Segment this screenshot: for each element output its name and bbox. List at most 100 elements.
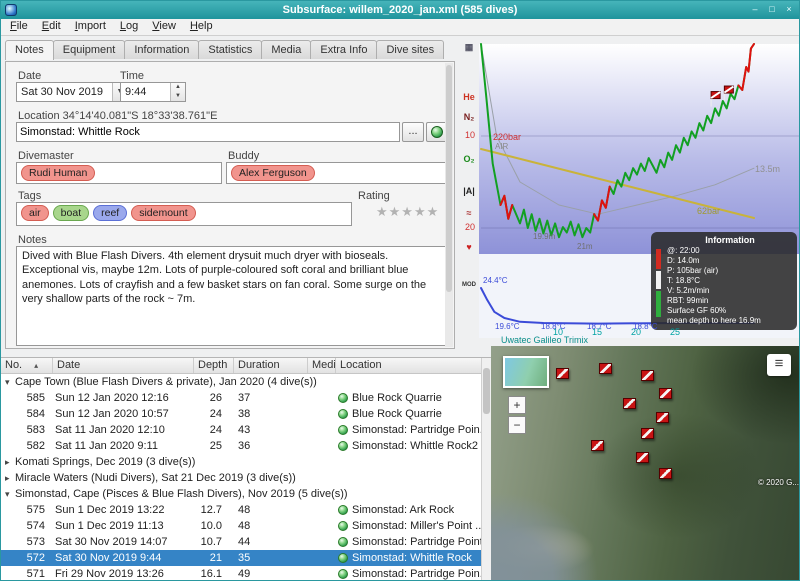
dive-flag-marker[interactable] xyxy=(556,368,569,379)
trip-row[interactable]: ▾Simonstad, Cape (Pisces & Blue Flash Di… xyxy=(1,486,481,502)
dive-flag-marker[interactable] xyxy=(599,363,612,374)
dive-flag-marker[interactable] xyxy=(623,398,636,409)
buddy-field[interactable]: Alex Ferguson xyxy=(226,162,448,184)
tags-field[interactable]: airboatreefsidemount xyxy=(16,202,352,226)
dive-flag-marker[interactable] xyxy=(656,412,669,423)
tag-chip[interactable]: sidemount xyxy=(131,205,195,221)
dive-depth: 16.1 xyxy=(194,566,234,581)
dive-flag-marker[interactable] xyxy=(636,452,649,463)
menu-edit[interactable]: Edit xyxy=(35,19,68,33)
dive-row[interactable]: 573Sat 30 Nov 2019 14:0710.744Simonstad:… xyxy=(1,534,481,550)
menu-import[interactable]: Import xyxy=(68,19,113,33)
dive-flag-marker[interactable] xyxy=(659,388,672,399)
menu-log[interactable]: Log xyxy=(113,19,145,33)
dive-row[interactable]: 575Sun 1 Dec 2019 13:2212.748Simonstad: … xyxy=(1,502,481,518)
globe-icon xyxy=(431,126,443,138)
divemaster-field[interactable]: Rudi Human xyxy=(16,162,222,184)
dive-duration: 49 xyxy=(234,566,308,581)
pp-he-toggle-icon[interactable]: He xyxy=(460,92,478,102)
maximize-button[interactable]: □ xyxy=(765,3,779,17)
trip-label: Simonstad, Cape (Pisces & Blue Flash Div… xyxy=(13,486,348,502)
info-box-title: Information xyxy=(667,235,793,245)
picture-toggle-icon[interactable]: ▦ xyxy=(460,42,478,53)
tab-media[interactable]: Media xyxy=(261,40,311,59)
dive-row[interactable]: 585Sun 12 Jan 2020 12:162637Blue Rock Qu… xyxy=(1,390,481,406)
dive-date: Sun 1 Dec 2019 13:22 xyxy=(53,502,194,518)
star-rating[interactable]: ★★★★★ xyxy=(376,204,439,220)
minimize-button[interactable]: – xyxy=(748,3,762,17)
location-coordinates-label: Location 34°14'40.081"S 18°33'38.761"E xyxy=(18,110,217,122)
column-header-media[interactable]: Media xyxy=(308,358,336,373)
tag-chip[interactable]: air xyxy=(21,205,49,221)
column-header-date[interactable]: Date xyxy=(53,358,194,373)
tab-dive-sites[interactable]: Dive sites xyxy=(376,40,444,59)
dive-row[interactable]: 582Sat 11 Jan 2020 9:112536Simonstad: Wh… xyxy=(1,438,481,454)
map-menu-button[interactable]: ≡ xyxy=(767,354,791,376)
column-header-no[interactable]: No.▴ xyxy=(1,358,53,373)
dive-date: Sat 30 Nov 2019 9:44 xyxy=(53,550,194,566)
time-label: Time xyxy=(120,70,144,82)
column-header-depth[interactable]: Depth xyxy=(194,358,234,373)
location-more-button[interactable]: ... xyxy=(402,122,424,142)
dive-list-scrollbar[interactable] xyxy=(481,358,491,581)
dive-depth: 25 xyxy=(194,438,234,454)
tab-information[interactable]: Information xyxy=(124,40,199,59)
column-header-duration[interactable]: Duration xyxy=(234,358,308,373)
time-spinbox[interactable]: 9:44 ▲▼ xyxy=(120,82,186,102)
info-line: T: 18.8°C xyxy=(667,276,793,286)
dive-row[interactable]: 584Sun 12 Jan 2020 10:572438Blue Rock Qu… xyxy=(1,406,481,422)
tag-chip[interactable]: Alex Ferguson xyxy=(231,165,315,181)
heartrate-toggle-icon[interactable]: ♥ xyxy=(460,242,478,252)
info-line: V: 5.2m/min xyxy=(667,286,793,296)
trip-row[interactable]: ▾Cape Town (Blue Flash Divers & private)… xyxy=(1,374,481,390)
dive-flag-marker[interactable] xyxy=(641,428,654,439)
column-header-location[interactable]: Location xyxy=(336,358,481,373)
location-input[interactable] xyxy=(16,122,400,142)
expand-icon[interactable]: ▸ xyxy=(1,470,13,486)
collapse-icon[interactable]: ▾ xyxy=(1,486,13,502)
date-combobox[interactable]: Sat 30 Nov 2019 ▼ xyxy=(16,82,128,102)
tab-equipment[interactable]: Equipment xyxy=(53,40,126,59)
info-line: Surface GF 60% xyxy=(667,306,793,316)
max-depth-label: 21m xyxy=(577,242,593,251)
zoom-in-button[interactable]: + xyxy=(508,396,526,414)
tab-notes[interactable]: Notes xyxy=(5,40,54,60)
dive-row[interactable]: 571Fri 29 Nov 2019 13:2616.149Simonstad:… xyxy=(1,566,481,581)
mod-toggle-icon[interactable]: MOD xyxy=(460,282,478,288)
trip-row[interactable]: ▸Miracle Waters (Nudi Divers), Sat 21 De… xyxy=(1,470,481,486)
titlebar[interactable]: Subsurface: willem_2020_jan.xml (585 div… xyxy=(1,1,799,19)
dive-duration: 48 xyxy=(234,518,308,534)
dive-row[interactable]: 572Sat 30 Nov 2019 9:442135Simonstad: Wh… xyxy=(1,550,481,566)
spin-arrows-icon[interactable]: ▲▼ xyxy=(170,83,185,101)
ruler-toggle-icon[interactable]: ≈ xyxy=(460,208,478,218)
notes-scrollbar[interactable] xyxy=(445,63,453,347)
dive-flag-marker[interactable] xyxy=(591,440,604,451)
scrollbar-thumb[interactable] xyxy=(446,65,452,292)
close-button[interactable]: × xyxy=(782,3,796,17)
air-toggle-icon[interactable]: |A| xyxy=(460,186,478,196)
dive-computer-label: Uwatec Galileo Trimix xyxy=(501,335,588,345)
dive-number: 583 xyxy=(1,422,53,438)
pp-n2-toggle-icon[interactable]: N₂ xyxy=(460,112,478,122)
menu-file[interactable]: File xyxy=(3,19,35,33)
menu-view[interactable]: View xyxy=(145,19,183,33)
notes-textarea[interactable]: Dived with Blue Flash Divers. 4th elemen… xyxy=(16,246,446,346)
tag-chip[interactable]: reef xyxy=(93,205,127,221)
pp-o2-toggle-icon[interactable]: O₂ xyxy=(460,154,478,164)
tab-extra-info[interactable]: Extra Info xyxy=(310,40,377,59)
collapse-icon[interactable]: ▾ xyxy=(1,374,13,390)
tag-chip[interactable]: boat xyxy=(53,205,89,221)
tag-chip[interactable]: Rudi Human xyxy=(21,165,95,181)
zoom-out-button[interactable]: − xyxy=(508,416,526,434)
expand-icon[interactable]: ▸ xyxy=(1,454,13,470)
map-panel[interactable]: + − ≡ © 2020 G... xyxy=(491,346,800,581)
menu-help[interactable]: Help xyxy=(183,19,220,33)
overview-map[interactable] xyxy=(503,356,549,388)
dive-flag-marker[interactable] xyxy=(659,468,672,479)
scrollbar-thumb[interactable] xyxy=(483,368,490,414)
dive-flag-marker[interactable] xyxy=(641,370,654,381)
trip-row[interactable]: ▸Komati Springs, Dec 2019 (3 dive(s)) xyxy=(1,454,481,470)
tab-statistics[interactable]: Statistics xyxy=(198,40,262,59)
dive-row[interactable]: 583Sat 11 Jan 2020 12:102443Simonstad: P… xyxy=(1,422,481,438)
dive-row[interactable]: 574Sun 1 Dec 2019 11:1310.048Simonstad: … xyxy=(1,518,481,534)
